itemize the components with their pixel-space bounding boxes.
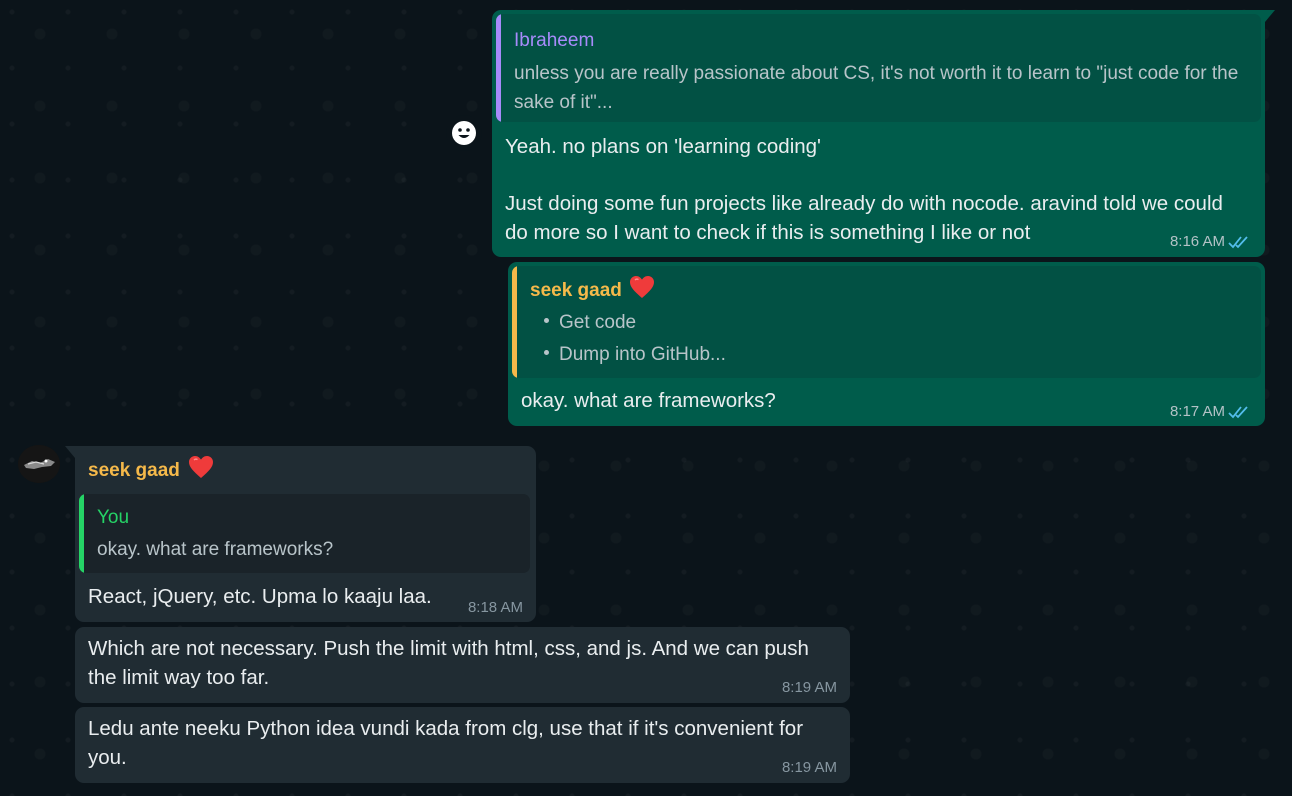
quote-bullet: Dump into GitHub... — [544, 344, 726, 366]
double-check-icon — [1228, 236, 1248, 249]
quote-author: Ibraheem — [514, 30, 595, 51]
bubble-tail — [65, 446, 75, 458]
message-text: okay. what are frameworks? — [521, 389, 776, 412]
message-text: React, jQuery, etc. Upma lo kaaju laa. — [88, 585, 432, 608]
message-text: Which are not necessary. Push the limit … — [88, 637, 809, 689]
message-time: 8:18 AM — [467, 599, 523, 616]
message-time: 8:19 AM — [781, 679, 837, 696]
quote-text: unless you are really passionate about C… — [514, 63, 1239, 113]
quote-bar — [496, 14, 501, 122]
quoted-message[interactable]: Ibraheem unless you are really passionat… — [496, 14, 1261, 122]
outgoing-message-2[interactable]: seek gaad Get code Dump into GitHub... o… — [508, 262, 1265, 426]
heart-icon — [630, 276, 654, 298]
smiley-reaction-icon[interactable] — [446, 115, 482, 151]
message-text: Ledu ante neeku Python idea vundi kada f… — [88, 717, 804, 769]
heart-icon — [189, 456, 213, 478]
quote-author: seek gaad — [530, 280, 622, 301]
sender-avatar[interactable] — [18, 445, 60, 483]
incoming-message-5[interactable]: Ledu ante neeku Python idea vundi kada f… — [75, 707, 850, 783]
double-check-icon — [1228, 406, 1248, 419]
incoming-message-3[interactable]: seek gaad You okay. what are frameworks?… — [65, 446, 536, 622]
quote-text: okay. what are frameworks? — [97, 539, 334, 560]
bubble-tail — [1265, 10, 1275, 22]
quote-bullet: Get code — [544, 312, 636, 334]
message-time: 8:19 AM — [781, 759, 837, 776]
sender-name[interactable]: seek gaad — [88, 460, 180, 482]
message-text: Yeah. no plans on 'learning coding' Just… — [505, 135, 1223, 244]
message-time: 8:17 AM — [1169, 403, 1225, 420]
quote-bar — [79, 494, 84, 573]
quoted-message[interactable]: You okay. what are frameworks? — [79, 494, 530, 573]
quote-bar — [512, 266, 517, 378]
outgoing-message-1[interactable]: Ibraheem unless you are really passionat… — [492, 10, 1275, 257]
message-time: 8:16 AM — [1169, 233, 1225, 250]
quoted-message[interactable]: seek gaad Get code Dump into GitHub... — [512, 266, 1261, 378]
quote-author: You — [97, 507, 130, 528]
incoming-message-4[interactable]: Which are not necessary. Push the limit … — [75, 627, 850, 703]
